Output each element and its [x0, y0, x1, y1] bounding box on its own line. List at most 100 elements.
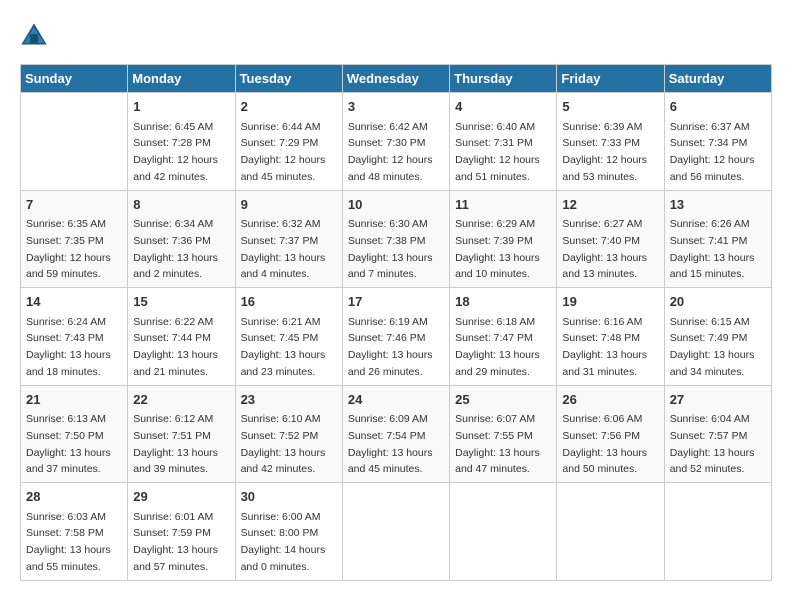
day-info-line: and 37 minutes. [26, 463, 101, 475]
day-number: 25 [455, 390, 551, 410]
day-info-line: Daylight: 13 hours [26, 349, 111, 361]
day-info-line: Sunrise: 6:40 AM [455, 121, 535, 133]
day-number: 13 [670, 195, 766, 215]
day-info-line: Sunset: 7:58 PM [26, 527, 104, 539]
day-info-line: Sunrise: 6:12 AM [133, 413, 213, 425]
calendar-cell-w1d3: 10Sunrise: 6:30 AMSunset: 7:38 PMDayligh… [342, 190, 449, 288]
day-number: 21 [26, 390, 122, 410]
calendar-cell-w0d1: 1Sunrise: 6:45 AMSunset: 7:28 PMDaylight… [128, 93, 235, 191]
day-info-line: Sunset: 7:48 PM [562, 332, 640, 344]
day-info-line: Sunrise: 6:34 AM [133, 218, 213, 230]
day-info-line: Sunrise: 6:13 AM [26, 413, 106, 425]
calendar-cell-w3d2: 23Sunrise: 6:10 AMSunset: 7:52 PMDayligh… [235, 385, 342, 483]
day-info-line: Sunset: 7:55 PM [455, 430, 533, 442]
day-info-line: Sunrise: 6:30 AM [348, 218, 428, 230]
day-info-line: Sunset: 7:34 PM [670, 137, 748, 149]
day-info-line: Sunset: 7:51 PM [133, 430, 211, 442]
day-info-line: Sunset: 7:43 PM [26, 332, 104, 344]
day-info-line: Daylight: 13 hours [455, 349, 540, 361]
day-info-line: and 21 minutes. [133, 366, 208, 378]
weekday-header-tuesday: Tuesday [235, 65, 342, 93]
day-number: 26 [562, 390, 658, 410]
day-number: 27 [670, 390, 766, 410]
day-info-line: Sunrise: 6:24 AM [26, 316, 106, 328]
day-number: 6 [670, 97, 766, 117]
day-info-line: Daylight: 13 hours [562, 252, 647, 264]
logo [20, 20, 52, 48]
calendar-cell-w3d4: 25Sunrise: 6:07 AMSunset: 7:55 PMDayligh… [450, 385, 557, 483]
day-info-line: Sunset: 7:39 PM [455, 235, 533, 247]
calendar-cell-w3d3: 24Sunrise: 6:09 AMSunset: 7:54 PMDayligh… [342, 385, 449, 483]
day-info-line: Sunset: 7:45 PM [241, 332, 319, 344]
calendar-cell-w2d2: 16Sunrise: 6:21 AMSunset: 7:45 PMDayligh… [235, 288, 342, 386]
day-number: 7 [26, 195, 122, 215]
day-info-line: and 34 minutes. [670, 366, 745, 378]
weekday-header-saturday: Saturday [664, 65, 771, 93]
day-info-line: Sunrise: 6:06 AM [562, 413, 642, 425]
day-number: 19 [562, 292, 658, 312]
calendar-cell-w0d0 [21, 93, 128, 191]
day-info-line: Sunset: 7:35 PM [26, 235, 104, 247]
weekday-header-sunday: Sunday [21, 65, 128, 93]
calendar-cell-w1d5: 12Sunrise: 6:27 AMSunset: 7:40 PMDayligh… [557, 190, 664, 288]
day-info-line: Daylight: 13 hours [348, 447, 433, 459]
day-info-line: Sunset: 7:41 PM [670, 235, 748, 247]
day-info-line: Daylight: 12 hours [26, 252, 111, 264]
day-info-line: Sunset: 7:40 PM [562, 235, 640, 247]
weekday-header-thursday: Thursday [450, 65, 557, 93]
day-info-line: Sunset: 7:49 PM [670, 332, 748, 344]
calendar-cell-w2d5: 19Sunrise: 6:16 AMSunset: 7:48 PMDayligh… [557, 288, 664, 386]
calendar-cell-w4d2: 30Sunrise: 6:00 AMSunset: 8:00 PMDayligh… [235, 483, 342, 581]
day-info-line: Sunset: 7:54 PM [348, 430, 426, 442]
calendar-cell-w1d6: 13Sunrise: 6:26 AMSunset: 7:41 PMDayligh… [664, 190, 771, 288]
day-number: 17 [348, 292, 444, 312]
day-info-line: Daylight: 13 hours [562, 447, 647, 459]
day-info-line: Sunrise: 6:07 AM [455, 413, 535, 425]
day-info-line: and 18 minutes. [26, 366, 101, 378]
day-info-line: and 55 minutes. [26, 561, 101, 573]
day-info-line: Daylight: 13 hours [455, 252, 540, 264]
day-info-line: Sunrise: 6:03 AM [26, 511, 106, 523]
day-info-line: and 42 minutes. [133, 171, 208, 183]
day-info-line: Daylight: 13 hours [670, 447, 755, 459]
day-info-line: Sunset: 7:36 PM [133, 235, 211, 247]
day-number: 2 [241, 97, 337, 117]
day-info-line: Daylight: 12 hours [562, 154, 647, 166]
day-info-line: and 23 minutes. [241, 366, 316, 378]
day-number: 4 [455, 97, 551, 117]
day-info-line: and 39 minutes. [133, 463, 208, 475]
day-info-line: Sunset: 7:28 PM [133, 137, 211, 149]
day-number: 29 [133, 487, 229, 507]
day-info-line: Sunrise: 6:01 AM [133, 511, 213, 523]
day-info-line: and 57 minutes. [133, 561, 208, 573]
day-number: 16 [241, 292, 337, 312]
day-info-line: Sunrise: 6:37 AM [670, 121, 750, 133]
day-info-line: Sunset: 7:59 PM [133, 527, 211, 539]
weekday-header-friday: Friday [557, 65, 664, 93]
day-info-line: and 0 minutes. [241, 561, 310, 573]
calendar-cell-w3d1: 22Sunrise: 6:12 AMSunset: 7:51 PMDayligh… [128, 385, 235, 483]
day-info-line: and 4 minutes. [241, 268, 310, 280]
day-info-line: Sunrise: 6:29 AM [455, 218, 535, 230]
day-info-line: Sunrise: 6:10 AM [241, 413, 321, 425]
day-info-line: Daylight: 13 hours [133, 252, 218, 264]
day-number: 11 [455, 195, 551, 215]
logo-icon [20, 20, 48, 48]
calendar-cell-w4d5 [557, 483, 664, 581]
calendar-cell-w4d6 [664, 483, 771, 581]
day-info-line: and 2 minutes. [133, 268, 202, 280]
day-info-line: Daylight: 13 hours [562, 349, 647, 361]
day-info-line: Sunrise: 6:18 AM [455, 316, 535, 328]
day-info-line: and 56 minutes. [670, 171, 745, 183]
day-number: 20 [670, 292, 766, 312]
day-info-line: Daylight: 13 hours [133, 349, 218, 361]
day-number: 5 [562, 97, 658, 117]
day-info-line: and 29 minutes. [455, 366, 530, 378]
day-info-line: Daylight: 13 hours [670, 349, 755, 361]
calendar-cell-w3d6: 27Sunrise: 6:04 AMSunset: 7:57 PMDayligh… [664, 385, 771, 483]
day-info-line: Sunrise: 6:04 AM [670, 413, 750, 425]
day-info-line: and 26 minutes. [348, 366, 423, 378]
day-info-line: and 45 minutes. [241, 171, 316, 183]
weekday-header-monday: Monday [128, 65, 235, 93]
day-info-line: Sunrise: 6:45 AM [133, 121, 213, 133]
